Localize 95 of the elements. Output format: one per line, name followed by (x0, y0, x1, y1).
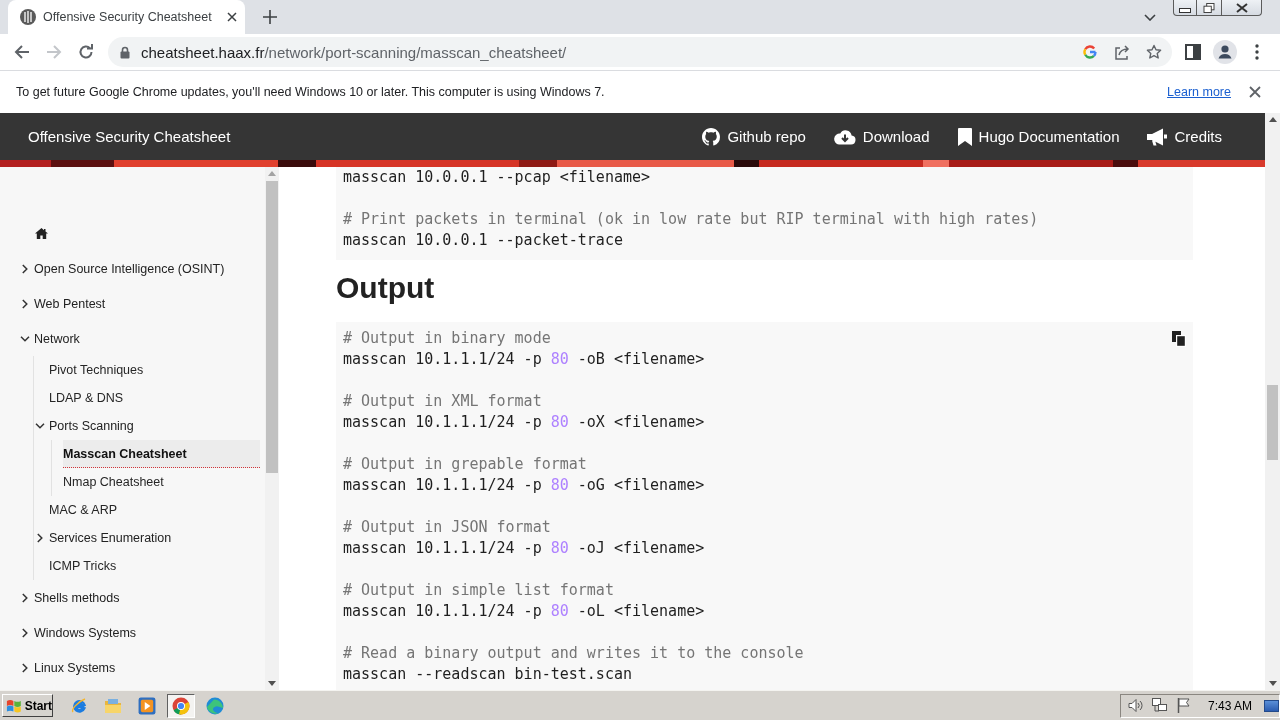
section-heading: Output (336, 270, 435, 306)
code-line: masscan 10.1.1.1/24 -p 80 -oB <filename> (343, 349, 705, 370)
scrollbar-thumb[interactable] (266, 181, 278, 473)
avatar-icon (1213, 40, 1237, 64)
chevron-down-icon[interactable] (20, 335, 30, 342)
sidebar-link[interactable]: Open Source Intelligence (OSINT) (34, 261, 225, 276)
edge-icon (206, 696, 224, 715)
restore-icon (1203, 2, 1215, 13)
infobar-message: To get future Google Chrome updates, you'll need Windows 10 or later. This computer is using Windows 7. (16, 85, 605, 99)
code-comment: # Output in XML format (343, 391, 542, 412)
chrome-icon (172, 696, 190, 715)
site-title[interactable]: Offensive Security Cheatsheet (28, 128, 231, 145)
close-icon[interactable] (1249, 86, 1261, 98)
sidebar-link[interactable]: LDAP & DNS (49, 391, 124, 405)
minimize-button[interactable] (1173, 0, 1197, 16)
code-line: masscan 10.1.1.1/24 -p 80 -oG <filename> (343, 475, 705, 496)
menu-icon (1255, 44, 1259, 60)
code-comment: # Print packets in terminal (ok in low rate but RIP terminal with high rates) (343, 209, 1039, 230)
sidebar-link[interactable]: Linux Systems (34, 660, 116, 675)
close-icon[interactable] (227, 12, 237, 22)
media-player-icon (138, 696, 156, 715)
scrollbar-thumb[interactable] (1267, 385, 1278, 460)
sidebar-link[interactable]: Web Pentest (34, 296, 106, 311)
code-line: masscan 10.1.1.1/24 -p 80 -oL <filename> (343, 601, 705, 622)
home-icon[interactable] (35, 228, 48, 239)
code-line: masscan 10.1.1.1/24 -p 80 -oJ <filename> (343, 538, 705, 559)
windows-logo-icon (6, 697, 23, 714)
ie-browser-icon (70, 696, 88, 715)
reload-icon (78, 44, 94, 60)
chevron-right-icon[interactable] (22, 592, 28, 603)
scrollbar[interactable] (1265, 113, 1280, 690)
scroll-up-arrow-icon[interactable] (1268, 117, 1277, 122)
github-icon (702, 127, 721, 146)
back-arrow-icon (14, 44, 30, 60)
lock-icon (120, 45, 130, 59)
sidebar-link[interactable]: Pivot Techniques (49, 363, 144, 377)
chevron-right-icon[interactable] (22, 627, 28, 638)
code-comment: # Output in grepable format (343, 454, 587, 475)
sidebar-link[interactable]: Services Enumeration (49, 531, 172, 545)
new-tab-icon[interactable] (263, 10, 277, 24)
sidebar-link[interactable]: Ports Scanning (49, 419, 134, 433)
code-line: masscan --readscan bin-test.scan (343, 664, 632, 685)
sidebar-link[interactable]: Nmap Cheatsheet (63, 475, 164, 489)
minimize-icon (1179, 7, 1191, 13)
close-icon (1235, 2, 1248, 13)
scrollbar[interactable] (265, 167, 279, 690)
address-bar[interactable]: cheatsheet.haax.fr/network/port-scanning/masscan_cheatsheet/ (108, 37, 1172, 67)
learn-more-link[interactable]: Learn more (1167, 85, 1231, 99)
megaphone-icon (1147, 127, 1168, 146)
google-g-icon (1082, 44, 1098, 60)
share-icon (1114, 44, 1130, 60)
code-comment: # Output in JSON format (343, 517, 551, 538)
sidebar-link[interactable]: MAC & ARP (49, 503, 118, 517)
code-comment: # Output in simple list format (343, 580, 614, 601)
side-panel-icon (1185, 44, 1201, 60)
sidebar-link[interactable]: ICMP Tricks (49, 559, 117, 573)
chevron-down-icon[interactable] (1144, 13, 1156, 21)
show-desktop-button[interactable] (1264, 699, 1279, 712)
chevron-right-icon[interactable] (22, 263, 28, 274)
chevron-down-icon[interactable] (35, 423, 45, 429)
header-link[interactable]: Download (833, 128, 930, 145)
code-comment: # Output in binary mode (343, 328, 551, 349)
sidebar-link[interactable]: Masscan Cheatsheet (63, 440, 260, 468)
bookmark-icon (957, 127, 972, 146)
code-comment: # Read a binary output and writes it to the console (343, 643, 804, 664)
code-line: masscan 10.1.1.1/24 -p 80 -oX <filename> (343, 412, 705, 433)
speaker-icon[interactable] (1127, 698, 1144, 713)
star-icon (1146, 44, 1162, 60)
sidebar-link[interactable]: Network (34, 331, 80, 346)
taskbar-app-button[interactable] (167, 693, 195, 718)
code-line: masscan 10.0.0.1 --pcap <filename> (343, 167, 651, 188)
browser-tab[interactable]: Offensive Security Cheatsheet (8, 0, 245, 34)
chevron-right-icon[interactable] (22, 298, 28, 309)
profile-button[interactable] (1211, 38, 1239, 66)
scroll-down-arrow-icon[interactable] (268, 681, 276, 686)
start-button[interactable]: Start (2, 694, 53, 717)
header-link[interactable]: Github repo (702, 127, 806, 146)
folder-icon (104, 696, 122, 715)
chevron-right-icon[interactable] (22, 662, 28, 673)
flag-icon[interactable] (1175, 698, 1192, 713)
header-link[interactable]: Hugo Documentation (957, 127, 1120, 146)
code-line: masscan 10.0.0.1 --packet-trace (343, 230, 623, 251)
site-favicon-icon (20, 9, 36, 25)
forward-arrow-icon (46, 44, 62, 60)
sidebar-link[interactable]: Shells methods (34, 590, 120, 605)
copy-icon[interactable] (1172, 331, 1186, 347)
cloud-download-icon (833, 128, 856, 145)
window-close-button[interactable] (1222, 0, 1262, 16)
clock-time[interactable]: 7:43 AM (1207, 698, 1252, 713)
restore-button[interactable] (1197, 0, 1222, 16)
chevron-right-icon[interactable] (37, 533, 43, 543)
scroll-down-arrow-icon[interactable] (1268, 681, 1277, 686)
network-icon[interactable] (1151, 698, 1168, 713)
sidebar-link[interactable]: Windows Systems (34, 625, 137, 640)
header-link[interactable]: Credits (1147, 127, 1222, 146)
